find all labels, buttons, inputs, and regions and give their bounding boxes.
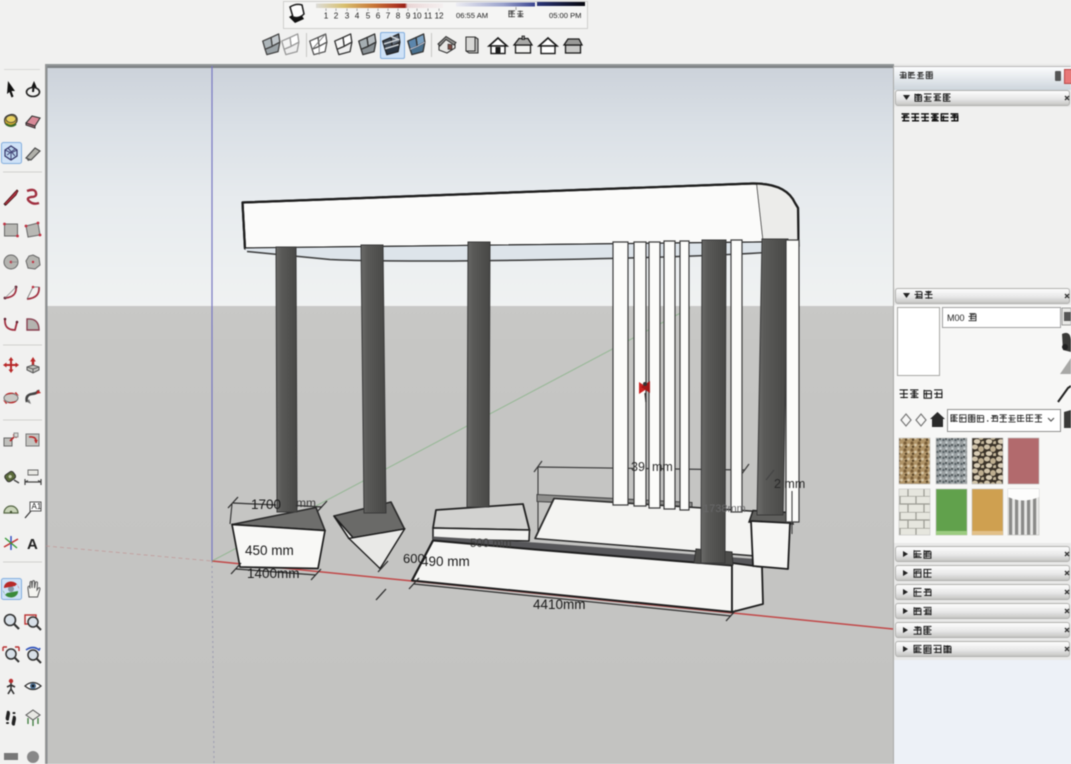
svg-text:M00: M00 xyxy=(947,313,965,323)
